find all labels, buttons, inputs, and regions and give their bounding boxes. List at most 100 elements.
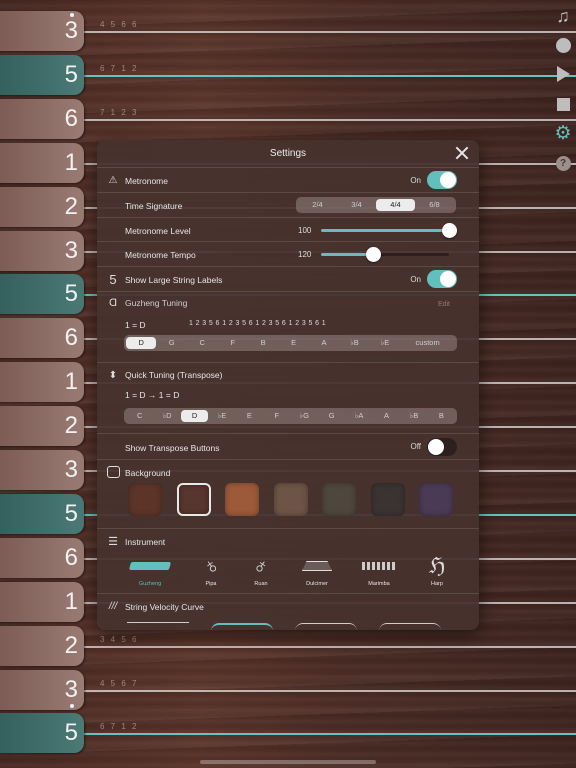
string-line[interactable] [0, 733, 576, 736]
instrument-list: Guzheng ♁ Pipa ♁ Ruan Dulcimer Marimba ℌ Harp [97, 551, 479, 591]
segment-option[interactable]: 3/4 [337, 199, 376, 211]
string-line[interactable] [0, 31, 576, 33]
segment-option[interactable]: B [428, 410, 455, 422]
tuning-scale-text: 1 2 3 5 6 1 2 3 5 6 1 2 3 5 6 1 2 3 5 6 … [189, 320, 327, 327]
instrument-pipa[interactable]: ♁ Pipa [188, 551, 234, 587]
segment-option[interactable]: ♭A [345, 410, 372, 422]
string-key[interactable]: 2 [0, 625, 84, 666]
string-key[interactable]: 3 [0, 450, 84, 490]
string-key[interactable]: 6 [0, 98, 84, 139]
segment-option[interactable]: ♭B [400, 410, 427, 422]
string-line[interactable] [0, 689, 576, 692]
transpose-buttons-row: Show Transpose Buttons Off [97, 433, 479, 459]
string-key[interactable]: 1 [0, 581, 84, 622]
segment-option[interactable]: A [309, 337, 339, 349]
metronome-level-slider[interactable] [321, 223, 457, 238]
segment-option[interactable]: ♭E [208, 410, 235, 422]
music-note-icon[interactable]: ♫ [554, 6, 572, 26]
play-icon[interactable] [554, 65, 572, 83]
string-line[interactable] [0, 645, 576, 648]
stop-icon[interactable] [554, 95, 572, 113]
segment-option[interactable]: 6/8 [415, 199, 454, 211]
string-key[interactable]: 3 [0, 230, 84, 271]
background-swatch[interactable] [273, 483, 308, 516]
metronome-label: Metronome [125, 176, 168, 186]
segment-option[interactable]: E [278, 337, 308, 349]
segment-option[interactable]: F [217, 337, 247, 349]
settings-title: Settings [269, 148, 307, 159]
instrument-guzheng[interactable]: Guzheng [127, 551, 173, 587]
instrument-marimba[interactable]: Marimba [356, 551, 402, 587]
string-label: 1 [64, 587, 78, 615]
segment-option[interactable]: 2/4 [298, 199, 337, 211]
segment-option[interactable]: custom [400, 337, 455, 349]
string-key[interactable]: 3 [0, 11, 84, 51]
string-key[interactable]: 1 [0, 362, 84, 403]
tuning-segmented[interactable]: D G C F B E A ♭B ♭E custom [124, 335, 457, 351]
instrument-name: Ruan [254, 581, 268, 587]
string-key[interactable]: 5 [0, 713, 84, 754]
string-key[interactable]: 1 [0, 142, 84, 183]
segment-option[interactable]: C [187, 337, 217, 349]
segment-option[interactable]: C [126, 410, 153, 422]
velocity-section: /// String Velocity Curve [97, 593, 479, 630]
segment-option[interactable]: ♭G [291, 410, 318, 422]
string-key[interactable]: 6 [0, 318, 84, 359]
segment-option[interactable]: ♭D [153, 410, 180, 422]
large-labels-row: 5 Show Large String Labels On [97, 266, 479, 291]
string-key[interactable]: 5 [0, 274, 84, 315]
segment-option[interactable]: B [248, 337, 278, 349]
metronome-tempo-slider[interactable] [321, 247, 449, 262]
string-label: 5 [64, 280, 78, 308]
background-swatch[interactable] [176, 483, 211, 516]
close-button[interactable] [453, 144, 471, 162]
segment-option[interactable]: F [263, 410, 290, 422]
gear-icon[interactable]: ⚙ [554, 123, 572, 144]
instrument-ruan[interactable]: ♁ Ruan [238, 551, 284, 587]
metronome-toggle[interactable] [427, 171, 457, 189]
string-label: 5 [64, 499, 78, 527]
note-hint: 6 7 1 2 [100, 722, 139, 732]
instrument-harp[interactable]: ℌ Harp [414, 551, 460, 587]
instrument-icon: ☰ [108, 535, 118, 548]
marimba-icon [356, 551, 402, 581]
background-icon [107, 466, 120, 478]
segment-option[interactable]: ♭E [370, 337, 400, 349]
background-swatch[interactable] [370, 483, 405, 516]
large-labels-label: Show Large String Labels [125, 275, 223, 285]
string-key[interactable]: 2 [0, 186, 84, 227]
help-icon[interactable]: ? [554, 154, 572, 172]
segment-option[interactable]: ♭B [339, 337, 369, 349]
time-signature-segmented[interactable]: 2/4 3/4 4/4 6/8 [296, 197, 456, 213]
background-swatch[interactable] [419, 483, 453, 516]
record-icon[interactable] [554, 36, 572, 54]
tuning-edit-button[interactable]: Edit [438, 301, 450, 308]
background-swatch[interactable] [322, 483, 356, 516]
segment-option[interactable]: G [156, 337, 186, 349]
tuning-section: Ɑ Guzheng Tuning Edit 1 = D 1 2 3 5 6 1 … [97, 291, 479, 362]
velocity-curves[interactable] [127, 618, 447, 630]
time-signature-label: Time Signature [125, 201, 183, 211]
string-key[interactable]: 2 [0, 406, 84, 447]
time-signature-row: Time Signature 2/4 3/4 4/4 6/8 [97, 192, 479, 217]
transpose-icon: ⬍ [108, 369, 118, 381]
segment-option[interactable]: D [126, 337, 157, 349]
note-hint: 3 4 5 6 [100, 634, 139, 644]
background-swatch[interactable] [128, 483, 162, 516]
large-labels-toggle[interactable] [427, 270, 457, 288]
string-key[interactable]: 5 [0, 54, 84, 95]
background-swatch[interactable] [225, 483, 259, 516]
string-line[interactable] [0, 74, 576, 77]
instrument-dulcimer[interactable]: Dulcimer [294, 551, 340, 587]
segment-option[interactable]: G [318, 410, 345, 422]
segment-option[interactable]: A [373, 410, 400, 422]
segment-option[interactable]: D [180, 410, 209, 422]
segment-option[interactable]: 4/4 [376, 199, 415, 211]
string-key[interactable]: 5 [0, 493, 84, 534]
string-key[interactable]: 6 [0, 537, 84, 578]
transpose-buttons-toggle[interactable] [427, 438, 457, 456]
quick-tuning-segmented[interactable]: C ♭D D ♭E E F ♭G G ♭A A ♭B B [124, 408, 457, 424]
segment-option[interactable]: E [236, 410, 263, 422]
string-line[interactable] [0, 118, 576, 121]
string-key[interactable]: 3 [0, 669, 84, 710]
